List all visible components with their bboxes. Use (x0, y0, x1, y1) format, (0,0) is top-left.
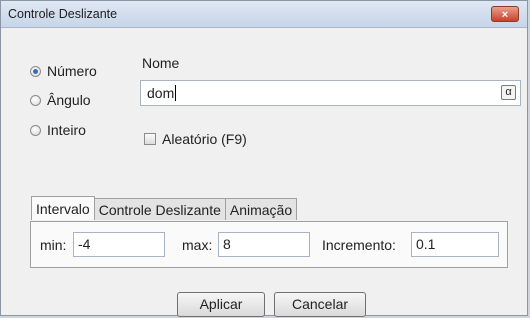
apply-button[interactable]: Aplicar (177, 292, 265, 317)
radio-label-angulo: Ângulo (47, 92, 91, 108)
radio-numero[interactable]: Número (30, 62, 97, 80)
tab-bar: Intervalo Controle Deslizante Animação (31, 196, 298, 220)
nome-label: Nome (142, 55, 180, 71)
alpha-symbol-button[interactable]: α (501, 85, 516, 100)
interval-panel: min: -4 max: 8 Incremento: 0.1 (30, 221, 508, 268)
nome-input[interactable]: dom α (140, 80, 521, 106)
min-input[interactable]: -4 (73, 232, 165, 257)
max-value: 8 (223, 236, 231, 252)
max-label: max: (182, 237, 213, 253)
radio-unchecked-icon[interactable] (30, 124, 41, 136)
random-checkbox-label: Aleatório (F9) (162, 131, 247, 147)
max-input[interactable]: 8 (218, 232, 310, 257)
min-value: -4 (78, 236, 91, 252)
tab-animacao[interactable]: Animação (224, 198, 298, 220)
increment-value: 0.1 (416, 236, 436, 252)
random-checkbox[interactable] (144, 133, 156, 145)
radio-label-inteiro: Inteiro (47, 122, 86, 138)
radio-angulo[interactable]: Ângulo (30, 91, 91, 109)
increment-label: Incremento: (322, 237, 396, 253)
random-checkbox-row[interactable]: Aleatório (F9) (144, 131, 247, 147)
close-icon: × (501, 9, 509, 21)
alpha-icon: α (505, 86, 512, 98)
nome-value: dom (147, 85, 175, 101)
min-label: min: (40, 237, 67, 253)
radio-checked-icon[interactable] (30, 65, 41, 77)
cancel-button[interactable]: Cancelar (274, 292, 366, 317)
radio-label-numero: Número (47, 63, 97, 79)
tab-controle-deslizante[interactable]: Controle Deslizante (93, 198, 226, 220)
tab-intervalo[interactable]: Intervalo (31, 196, 95, 220)
window-title: Controle Deslizante (8, 7, 118, 21)
slider-dialog: Controle Deslizante × Número Ângulo Inte… (0, 0, 528, 317)
text-caret (175, 85, 177, 101)
close-button[interactable]: × (491, 6, 519, 22)
title-bar[interactable]: Controle Deslizante × (1, 1, 527, 28)
dialog-content: Número Ângulo Inteiro Nome dom α Aleatór… (2, 28, 526, 317)
increment-input[interactable]: 0.1 (411, 232, 499, 257)
radio-inteiro[interactable]: Inteiro (30, 121, 86, 139)
radio-unchecked-icon[interactable] (30, 94, 41, 106)
